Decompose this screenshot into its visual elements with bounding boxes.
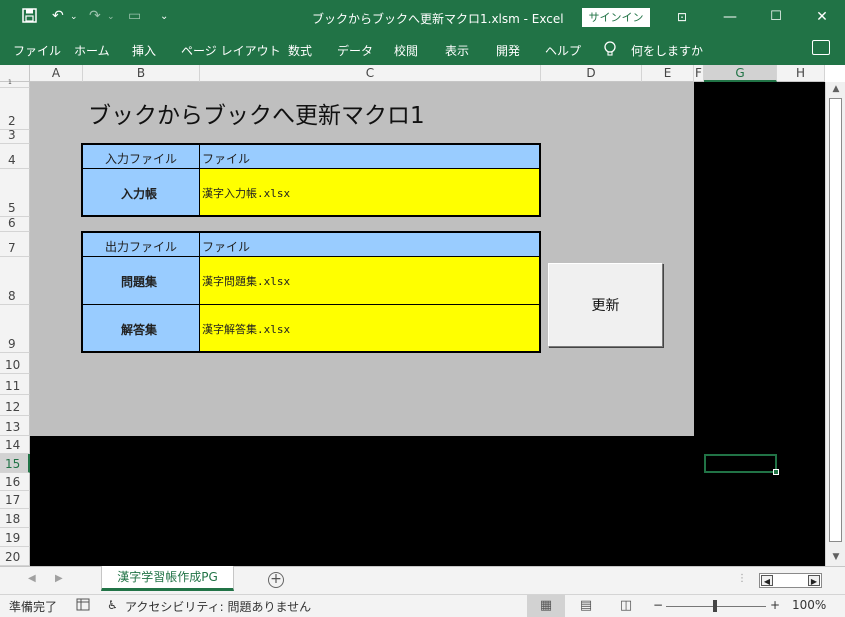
column-header-a[interactable]: A — [30, 65, 83, 82]
tab-insert[interactable]: 挿入 — [132, 42, 156, 59]
splitter-icon[interactable]: ⋮ — [737, 573, 747, 584]
prev-sheet-icon[interactable]: ◀ — [28, 573, 36, 584]
column-header-h[interactable]: H — [777, 65, 825, 82]
column-header-g[interactable]: G — [704, 65, 777, 82]
zoom-slider-thumb[interactable] — [713, 600, 717, 612]
output-row-value[interactable]: 漢字解答集.xlsx — [199, 304, 540, 352]
lightbulb-icon — [604, 41, 616, 61]
status-bar: 準備完了 ♿ アクセシビリティ: 問題ありません ▦ ▤ ◫ − + 100% — [0, 594, 845, 617]
form-icon[interactable]: ▭ — [128, 8, 141, 24]
window-title: ブックからブックへ更新マクロ1.xlsm - Excel — [312, 12, 564, 26]
ribbon-display-icon[interactable]: ⊡ — [670, 6, 694, 28]
minimize-icon[interactable]: — — [718, 6, 742, 28]
signin-button[interactable]: サインイン — [582, 8, 650, 27]
column-header-e[interactable]: E — [642, 65, 694, 82]
input-header-value[interactable]: ファイル — [199, 144, 540, 169]
vertical-scrollbar[interactable]: ▲ ▼ — [825, 82, 845, 566]
tab-page-layout[interactable]: ページ レイアウト — [181, 42, 281, 59]
redo-dropdown-icon[interactable]: ⌄ — [107, 12, 115, 22]
column-header-b[interactable]: B — [83, 65, 200, 82]
output-row-value[interactable]: 漢字問題集.xlsx — [199, 256, 540, 305]
tell-me-search[interactable]: 何をしますか — [631, 42, 703, 59]
status-ready: 準備完了 — [9, 600, 58, 614]
row-header-6[interactable]: 6 — [0, 216, 30, 232]
input-row-value[interactable]: 漢字入力帳.xlsx — [199, 168, 540, 216]
page-break-view-icon[interactable]: ◫ — [607, 595, 645, 617]
output-row-label[interactable]: 解答集 — [82, 304, 200, 352]
row-header-19[interactable]: 19 — [0, 528, 30, 547]
scroll-thumb[interactable] — [829, 98, 842, 542]
row-header-2[interactable]: 2 — [0, 88, 30, 130]
input-row-label[interactable]: 入力帳 — [82, 168, 200, 216]
row-header-3[interactable]: 3 — [0, 128, 30, 144]
row-header-13[interactable]: 13 — [0, 416, 30, 436]
sheet-title: ブックからブックへ更新マクロ1 — [88, 103, 425, 129]
scroll-down-icon[interactable]: ▼ — [830, 552, 842, 564]
undo-dropdown-icon[interactable]: ⌄ — [70, 12, 78, 22]
normal-view-icon[interactable]: ▦ — [527, 595, 565, 617]
row-header-17[interactable]: 17 — [0, 491, 30, 509]
update-button[interactable]: 更新 — [548, 263, 663, 347]
row-header-20[interactable]: 20 — [0, 547, 30, 566]
row-header-8[interactable]: 8 — [0, 257, 30, 305]
tab-data[interactable]: データ — [337, 42, 373, 59]
column-header-f[interactable]: F — [694, 65, 704, 82]
output-row-label[interactable]: 問題集 — [82, 256, 200, 305]
maximize-icon[interactable]: ☐ — [764, 6, 788, 28]
close-icon[interactable]: ✕ — [810, 6, 834, 28]
accessibility-icon[interactable]: ♿ — [107, 598, 118, 612]
tab-formulas[interactable]: 数式 — [288, 42, 312, 59]
row-header-16[interactable]: 16 — [0, 473, 30, 491]
select-all-corner[interactable] — [0, 65, 30, 82]
scroll-up-icon[interactable]: ▲ — [830, 84, 842, 96]
tab-developer[interactable]: 開発 — [496, 42, 520, 59]
tab-review[interactable]: 校閲 — [394, 42, 418, 59]
customize-qat-icon[interactable]: ⌄ — [160, 11, 168, 22]
row-header-14[interactable]: 14 — [0, 436, 30, 454]
redo-icon[interactable]: ↷ — [89, 8, 101, 24]
plus-icon[interactable]: + — [268, 572, 284, 588]
next-sheet-icon[interactable]: ▶ — [55, 573, 63, 584]
horizontal-scrollbar[interactable]: ◀ ▶ — [759, 573, 822, 588]
sheet-black-area-bottom[interactable] — [30, 436, 694, 566]
row-header-11[interactable]: 11 — [0, 374, 30, 395]
zoom-in-button[interactable]: + — [770, 598, 780, 612]
fill-handle[interactable] — [773, 469, 779, 475]
row-header-7[interactable]: 7 — [0, 232, 30, 257]
active-cell-g15[interactable] — [704, 454, 777, 473]
output-header-value[interactable]: ファイル — [199, 232, 540, 257]
accessibility-status[interactable]: アクセシビリティ: 問題ありません — [125, 598, 311, 615]
comment-icon[interactable] — [812, 40, 830, 55]
ribbon-tabs: ファイル ホーム 挿入 ページ レイアウト 数式 データ 校閲 表示 開発 ヘル… — [0, 35, 845, 65]
input-header-label[interactable]: 入力ファイル — [82, 144, 200, 169]
undo-icon[interactable]: ↶ — [52, 8, 64, 24]
row-header-12[interactable]: 12 — [0, 395, 30, 416]
sheet-tab-bar: ◀ ▶ 漢字学習帳作成PG + ⋮ ◀ ▶ — [0, 566, 845, 594]
macro-record-icon[interactable] — [76, 598, 90, 614]
sheet-tab-active[interactable]: 漢字学習帳作成PG — [101, 566, 234, 591]
row-header-10[interactable]: 10 — [0, 353, 30, 374]
row-header-18[interactable]: 18 — [0, 509, 30, 528]
sheet-black-area-right[interactable] — [694, 82, 825, 566]
row-header-4[interactable]: 4 — [0, 144, 30, 169]
tab-file[interactable]: ファイル — [13, 42, 61, 59]
column-header-c[interactable]: C — [200, 65, 541, 82]
row-header-5[interactable]: 5 — [0, 169, 30, 217]
row-header-15[interactable]: 15 — [0, 454, 30, 473]
page-layout-view-icon[interactable]: ▤ — [567, 595, 605, 617]
save-icon[interactable] — [22, 8, 37, 27]
tab-view[interactable]: 表示 — [445, 42, 469, 59]
tab-home[interactable]: ホーム — [74, 42, 110, 59]
title-bar: ↶ ⌄ ↷ ⌄ ▭ ⌄ ブックからブックへ更新マクロ1.xlsm - Excel… — [0, 0, 845, 35]
zoom-level[interactable]: 100% — [792, 598, 826, 612]
zoom-out-button[interactable]: − — [653, 598, 663, 612]
scroll-right-icon[interactable]: ▶ — [808, 575, 820, 586]
tab-help[interactable]: ヘルプ — [545, 42, 581, 59]
output-header-label[interactable]: 出力ファイル — [82, 232, 200, 257]
row-header-9[interactable]: 9 — [0, 305, 30, 353]
scroll-left-icon[interactable]: ◀ — [761, 575, 773, 586]
column-header-d[interactable]: D — [541, 65, 642, 82]
